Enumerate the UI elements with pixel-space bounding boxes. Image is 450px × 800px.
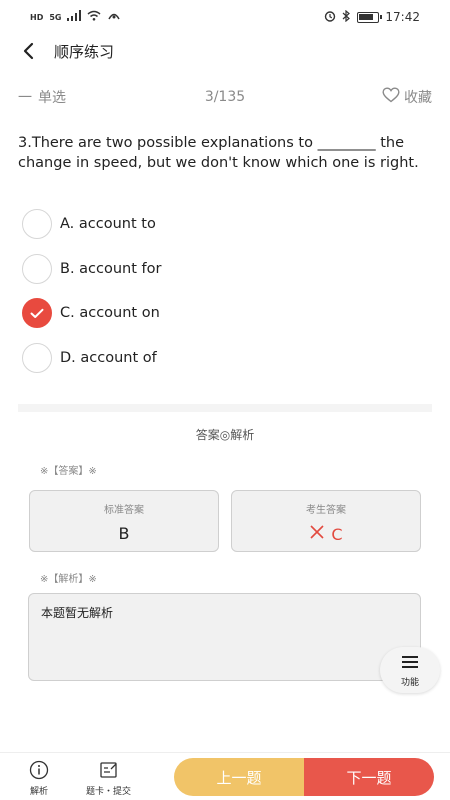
favorite-button[interactable]: 收藏 [382,87,432,107]
radio-button[interactable] [22,342,52,373]
analysis-text: 本题暂无解析 [41,606,114,620]
analysis-tag: ※【解析】※ [40,574,97,585]
prev-question-button[interactable]: 上一题 [174,758,304,796]
edit-card-icon [98,759,120,781]
user-answer-box: 考生答案 C [231,490,421,552]
status-bar: HD 5G 17:42 [0,0,450,34]
check-icon [30,304,44,323]
answer-tag: ※【答案】※ [40,466,97,477]
standard-answer-box: 标准答案 B [29,490,219,552]
cross-icon [309,524,325,544]
radio-button[interactable] [22,209,52,240]
standard-answer-value: B [30,524,218,543]
radio-button[interactable] [22,253,52,284]
explain-button[interactable]: 解析 [28,759,50,797]
user-answer-text: C [331,524,343,544]
info-icon [28,759,50,781]
option-d[interactable]: D. account of [22,336,422,381]
page-title: 顺序练习 [54,42,115,61]
standard-answer-caption: 标准答案 [104,505,144,516]
status-right: 17:42 [324,9,420,25]
section-divider [18,404,432,412]
heart-outline-icon [382,87,400,107]
option-label: B. account for [60,260,162,277]
next-question-button[interactable]: 下一题 [304,758,434,796]
option-label: C. account on [60,305,160,322]
option-label: A. account to [60,216,156,233]
question-type-label: 单选 [38,90,66,106]
bluetooth-icon [342,9,351,25]
question-type-prefix: 一 [18,90,32,106]
clock-time: 17:42 [385,10,420,24]
hotspot-icon [107,10,121,24]
card-submit-button[interactable]: 题卡・提交 [86,759,131,797]
standard-answer-text: B [118,524,130,543]
analysis-section-title: 答案◎解析 [195,428,255,442]
options-list: A. account to B. account for C. account … [22,202,422,380]
question-type: 一 单选 [18,87,66,107]
user-answer-caption: 考生答案 [306,505,346,516]
card-submit-label: 题卡・提交 [86,787,132,797]
network-gen-indicator: 5G [49,12,62,22]
explain-label: 解析 [29,787,48,797]
option-a[interactable]: A. account to [22,202,422,247]
option-b[interactable]: B. account for [22,247,422,292]
user-answer-value: C [232,524,420,544]
analysis-box: 本题暂无解析 [28,593,421,681]
option-c[interactable]: C. account on [22,291,422,336]
hd-indicator: HD [30,12,44,22]
favorite-label: 收藏 [404,90,432,106]
signal-icon [67,10,82,24]
radio-button-selected[interactable] [22,298,52,329]
question-text: 3.There are two possible explanations to… [18,135,419,171]
alarm-icon [324,10,336,25]
wifi-icon [87,10,101,24]
status-left: HD 5G [30,10,121,24]
back-chevron-icon[interactable] [18,41,38,61]
option-label: D. account of [60,349,157,366]
function-menu-label: 功能 [400,677,419,688]
question-subheader: 一 单选 3/135 收藏 [0,84,450,110]
function-menu-button[interactable]: 功能 [380,647,440,693]
menu-icon [402,653,418,672]
app-header: 顺序练习 [0,34,450,68]
battery-icon [357,11,383,23]
